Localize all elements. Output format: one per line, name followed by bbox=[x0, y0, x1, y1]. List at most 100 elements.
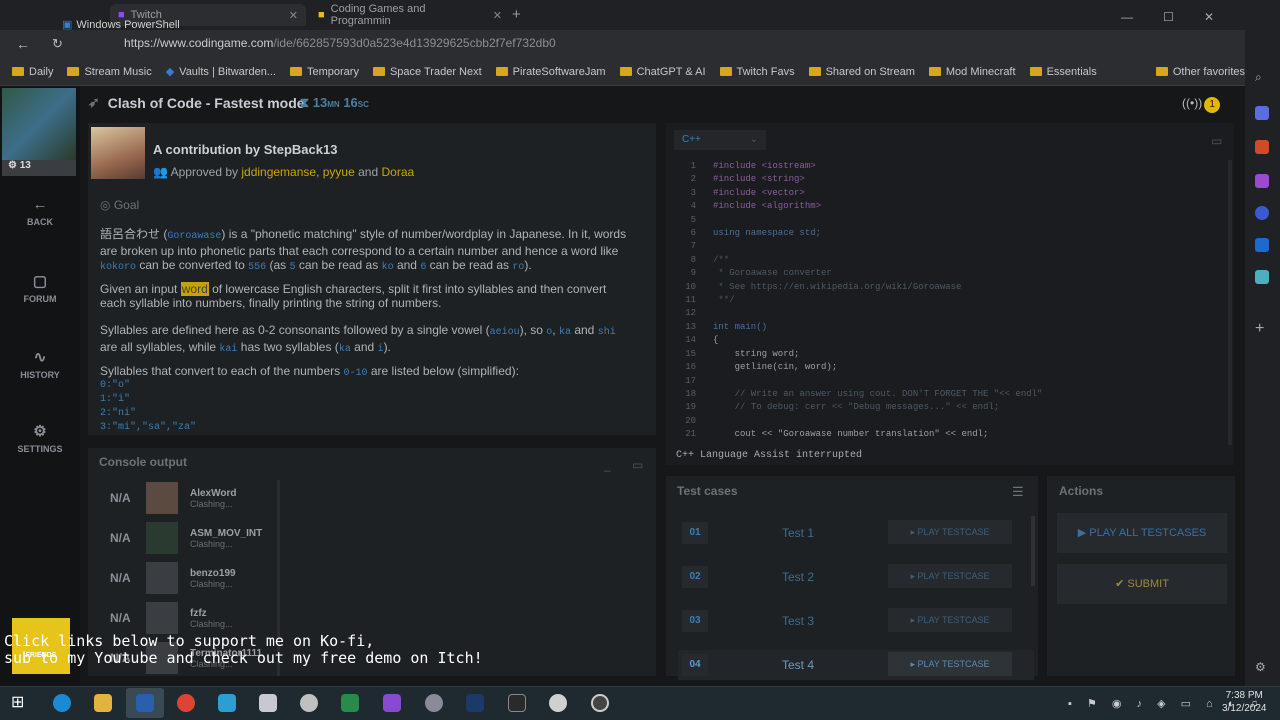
calculator-icon[interactable] bbox=[259, 694, 277, 712]
copilot-icon[interactable] bbox=[1255, 206, 1269, 220]
code-line: 13 int main() bbox=[676, 321, 1042, 334]
code-line: 10 * See https://en.wikipedia.org/wiki/G… bbox=[676, 281, 1042, 294]
media-player-icon[interactable] bbox=[549, 694, 567, 712]
back-arrow-icon[interactable]: ← bbox=[16, 36, 30, 52]
users-icon: 👥 bbox=[153, 165, 168, 179]
player-row[interactable]: N/A ASM_MOV_INT Clashing... bbox=[110, 520, 280, 556]
live-indicator[interactable]: ((•)) 1 bbox=[1182, 96, 1221, 113]
obs-icon[interactable] bbox=[591, 694, 609, 712]
code: 6 bbox=[420, 262, 427, 273]
maximize-panel-icon[interactable]: ▭ bbox=[632, 458, 643, 472]
line-number: 15 bbox=[685, 348, 696, 359]
list-menu-icon[interactable]: ☰ bbox=[1012, 484, 1024, 500]
play-testcase-button[interactable]: ▸ PLAY TESTCASE bbox=[888, 520, 1012, 544]
bookmark-other-favorites[interactable]: Other favorites bbox=[1155, 66, 1245, 78]
shopping-icon[interactable] bbox=[1255, 106, 1269, 120]
countdown-timer: ⧗ 13MN 16SC bbox=[300, 95, 369, 111]
bookmark-space-trader[interactable]: Space Trader Next bbox=[372, 66, 482, 78]
bookmark-essentials[interactable]: Essentials bbox=[1029, 66, 1097, 78]
add-icon[interactable]: + bbox=[1255, 320, 1269, 337]
settings-gear-icon[interactable]: ⚙ bbox=[1255, 660, 1269, 674]
app-icon[interactable] bbox=[300, 694, 318, 712]
approver-link[interactable]: Doraa bbox=[382, 165, 415, 179]
steam-icon[interactable] bbox=[466, 694, 484, 712]
taskbar-clock[interactable]: 7:38 PM 3/12/2024 bbox=[1222, 689, 1267, 715]
new-tab-icon[interactable]: + bbox=[512, 6, 521, 23]
bookmark-vaults[interactable]: ◆ Vaults | Bitwarden... bbox=[166, 65, 276, 79]
chevron-down-icon: ⌄ bbox=[749, 134, 758, 145]
maximize-icon[interactable]: ☐ bbox=[1163, 10, 1174, 24]
text: and bbox=[354, 340, 375, 354]
window-controls: — ☐ ✕ bbox=[1121, 10, 1280, 24]
bookmark-label: ChatGPT & AI bbox=[636, 65, 706, 78]
bookmark-chatgpt[interactable]: ChatGPT & AI bbox=[619, 65, 706, 78]
search-icon[interactable]: ⌕ bbox=[1255, 70, 1269, 84]
edge-icon[interactable] bbox=[53, 694, 71, 712]
outlook-icon[interactable] bbox=[1255, 238, 1269, 252]
bookmark-stream-music[interactable]: Stream Music bbox=[67, 66, 152, 78]
app-icon[interactable] bbox=[425, 694, 443, 712]
close-tab-icon[interactable]: ✕ bbox=[493, 9, 502, 22]
editor-scrollbar[interactable] bbox=[1228, 160, 1232, 445]
player-row[interactable]: N/A benzo199 Clashing... bbox=[110, 560, 280, 596]
visual-studio-icon[interactable] bbox=[383, 694, 401, 712]
bookmark-shared-on-stream[interactable]: Shared on Stream bbox=[808, 66, 915, 78]
app-icon[interactable] bbox=[218, 694, 236, 712]
approver-link[interactable]: jddingemanse bbox=[241, 165, 316, 179]
play-all-testcases-button[interactable]: ▶ PLAY ALL TESTCASES bbox=[1057, 513, 1227, 553]
maximize-panel-icon[interactable]: ▭ bbox=[1211, 134, 1222, 148]
approver-link[interactable]: pyyue bbox=[323, 165, 355, 179]
avatar bbox=[146, 522, 178, 554]
testcase-row[interactable]: 03 Test 3 ▸ PLAY TESTCASE bbox=[678, 606, 1034, 636]
line-number: 3 bbox=[690, 187, 696, 198]
testcase-row[interactable]: 02 Test 2 ▸ PLAY TESTCASE bbox=[678, 562, 1034, 592]
url-bar[interactable]: https://www.codingame.com/ide/662857593d… bbox=[108, 33, 1038, 53]
folder-icon bbox=[495, 67, 508, 76]
app-icon[interactable] bbox=[341, 694, 359, 712]
codingame-icon: ■ bbox=[318, 9, 325, 21]
bookmark-piratesoftwarejam[interactable]: PirateSoftwareJam bbox=[495, 66, 606, 78]
testcase-row[interactable]: 04 Test 4 ▸ PLAY TESTCASE bbox=[678, 650, 1034, 680]
close-tab-icon[interactable]: ✕ bbox=[289, 9, 298, 22]
text: can be converted to bbox=[139, 258, 245, 272]
minimize-panel-icon[interactable]: _ bbox=[604, 458, 611, 472]
nav-forum[interactable]: ▢ FORUM bbox=[0, 272, 80, 304]
file-explorer-icon[interactable] bbox=[94, 694, 112, 712]
highlighted-variable: word bbox=[180, 282, 209, 296]
nav-back[interactable]: ← BACK bbox=[0, 196, 80, 227]
testcase-row[interactable]: 01 Test 1 ▸ PLAY TESTCASE bbox=[678, 518, 1034, 548]
epic-games-icon[interactable] bbox=[508, 694, 526, 712]
tools-icon[interactable] bbox=[1255, 140, 1269, 154]
forum-icon: ▢ bbox=[32, 273, 48, 290]
tests-scrollbar[interactable] bbox=[1031, 516, 1035, 586]
nav-settings[interactable]: ⚙ SETTINGS bbox=[0, 422, 80, 454]
submit-button[interactable]: ✔ SUBMIT bbox=[1057, 564, 1227, 604]
text: ). bbox=[383, 340, 391, 354]
language-value: C++ bbox=[682, 134, 701, 145]
play-testcase-button[interactable]: ▸ PLAY TESTCASE bbox=[888, 652, 1012, 676]
windows-start-icon[interactable]: ⊞ bbox=[11, 692, 29, 711]
play-testcase-button[interactable]: ▸ PLAY TESTCASE bbox=[888, 564, 1012, 588]
bookmark-daily[interactable]: Daily bbox=[12, 66, 53, 78]
drop-icon[interactable] bbox=[1255, 270, 1269, 284]
language-select[interactable]: C++ ⌄ bbox=[674, 130, 766, 150]
games-icon[interactable] bbox=[1255, 174, 1269, 188]
avatar[interactable] bbox=[2, 88, 76, 160]
bookmark-mod-minecraft[interactable]: Mod Minecraft bbox=[928, 66, 1016, 78]
close-window-icon[interactable]: ✕ bbox=[1204, 10, 1214, 24]
nav-history[interactable]: ∿ HISTORY bbox=[0, 348, 80, 380]
code-lines[interactable]: 1 #include <iostream> 2 #include <string> 3 #… bbox=[676, 160, 1042, 442]
url-path: /ide/662857593d0a523e4d13929625cbb2f7ef7… bbox=[273, 36, 556, 50]
code: ro bbox=[512, 262, 525, 273]
avatar bbox=[146, 482, 178, 514]
bookmark-twitch-favs[interactable]: Twitch Favs bbox=[719, 66, 795, 78]
player-row[interactable]: N/A AlexWord Clashing... bbox=[110, 480, 280, 516]
play-testcase-button[interactable]: ▸ PLAY TESTCASE bbox=[888, 608, 1012, 632]
minimize-icon[interactable]: — bbox=[1121, 10, 1133, 24]
bookmark-temporary[interactable]: Temporary bbox=[289, 66, 359, 78]
player-row[interactable]: N/A fzfz Clashing... bbox=[110, 600, 280, 636]
refresh-icon[interactable]: ↻ bbox=[52, 36, 63, 52]
code-text: getline(cin, word); bbox=[713, 362, 838, 373]
tab-codingame[interactable]: ■ Coding Games and Programmin ✕ bbox=[310, 3, 510, 27]
chrome-icon[interactable] bbox=[177, 694, 195, 712]
